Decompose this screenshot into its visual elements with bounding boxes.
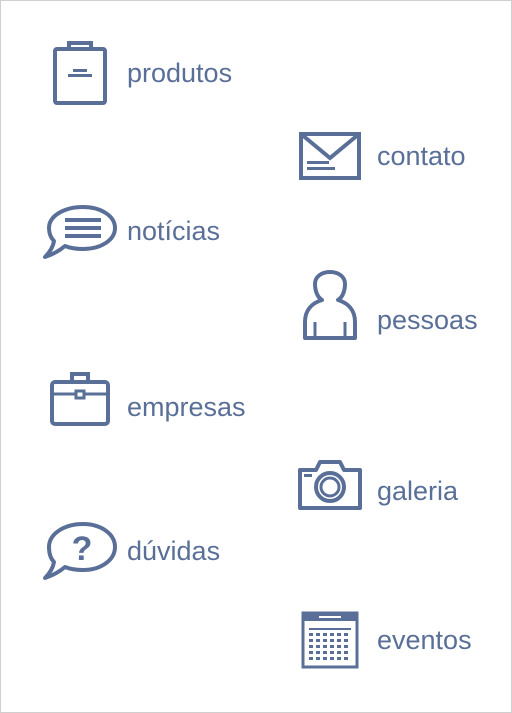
camera-icon [298,458,362,510]
menu-label-produtos: produtos [127,57,233,88]
menu-item-galeria[interactable]: galeria [298,458,458,510]
envelope-icon [299,132,361,180]
person-icon [302,270,358,342]
menu-label-noticias: notícias [127,215,221,246]
menu-label-pessoas: pessoas [377,304,478,335]
menu-item-eventos[interactable]: eventos [301,611,472,669]
shopping-bag-icon [51,39,109,107]
menu-panel: produtos contato notícias pessoas empres… [0,0,512,713]
menu-item-contato[interactable]: contato [299,132,466,180]
menu-label-eventos: eventos [377,624,472,655]
menu-label-duvidas: dúvidas [127,535,221,566]
menu-label-galeria: galeria [377,475,459,506]
question-bubble-icon: ? [43,520,119,582]
briefcase-icon [49,370,111,428]
menu-label-contato: contato [377,140,466,171]
menu-item-produtos[interactable]: produtos [51,39,232,107]
menu-label-empresas: empresas [127,391,246,422]
svg-text:?: ? [72,530,93,568]
menu-item-pessoas[interactable]: pessoas [302,270,478,342]
speech-bubble-lines-icon [43,201,119,261]
calendar-icon [301,611,359,669]
menu-item-noticias[interactable]: notícias [43,201,220,261]
menu-item-empresas[interactable]: empresas [49,370,246,428]
menu-item-duvidas[interactable]: ? dúvidas [43,520,220,582]
